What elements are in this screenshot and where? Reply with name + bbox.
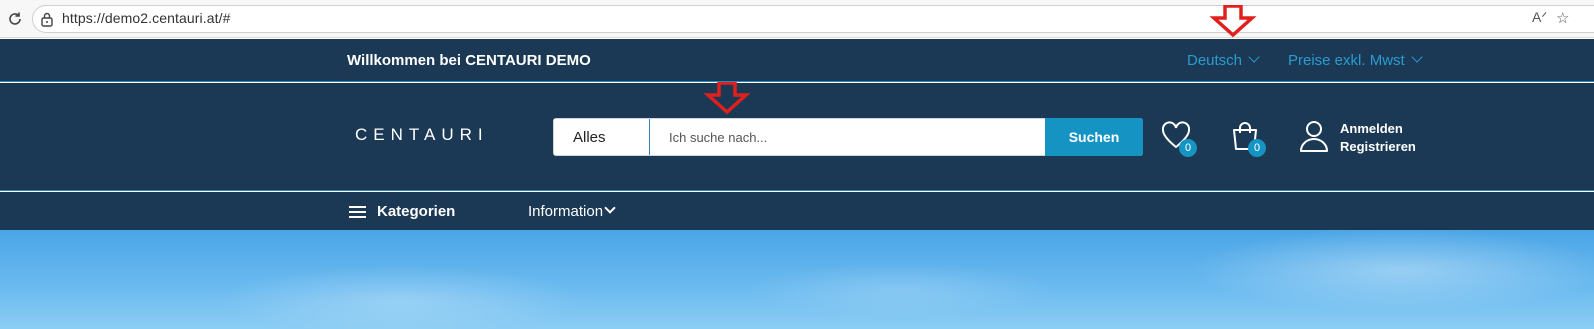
login-link[interactable]: Anmelden — [1340, 121, 1403, 136]
price-mode-selector[interactable]: Preise exkl. Mwst — [1288, 51, 1423, 69]
read-aloud-icon[interactable]: Aᐟ — [1532, 9, 1547, 26]
nav-categories[interactable]: Kategorien — [377, 203, 455, 220]
chevron-down-icon — [1248, 51, 1260, 63]
site-logo[interactable]: CENTAURI — [355, 125, 489, 145]
nav-information-label: Information — [528, 203, 604, 220]
favorite-star-icon[interactable]: ☆ — [1556, 9, 1569, 27]
price-mode-label: Preise exkl. Mwst — [1288, 52, 1405, 69]
annotation-arrow-down-icon — [1209, 5, 1257, 37]
welcome-message: Willkommen bei CENTAURI DEMO — [347, 52, 591, 69]
language-label: Deutsch — [1187, 52, 1243, 69]
reload-icon[interactable] — [6, 10, 24, 28]
url-text[interactable]: https://demo2.centauri.at/# — [62, 10, 230, 26]
search-category-select[interactable]: Alles — [554, 119, 650, 155]
register-link[interactable]: Registrieren — [1340, 139, 1416, 154]
chevron-down-icon — [604, 202, 616, 214]
search-button[interactable]: Suchen — [1045, 118, 1143, 156]
hero-banner-sky — [0, 230, 1594, 329]
hamburger-menu-icon[interactable] — [349, 206, 366, 218]
user-icon[interactable] — [1299, 120, 1329, 152]
main-navigation — [0, 192, 1594, 230]
address-bar[interactable] — [32, 5, 1594, 33]
search-input[interactable] — [651, 119, 1045, 155]
cart-count-badge: 0 — [1248, 139, 1266, 157]
chevron-down-icon — [1411, 51, 1423, 63]
language-selector[interactable]: Deutsch — [1187, 51, 1260, 69]
wishlist-count-badge: 0 — [1179, 139, 1197, 157]
lock-icon[interactable] — [40, 11, 54, 27]
annotation-arrow-down-icon — [703, 82, 751, 114]
nav-information[interactable]: Information — [528, 202, 616, 220]
